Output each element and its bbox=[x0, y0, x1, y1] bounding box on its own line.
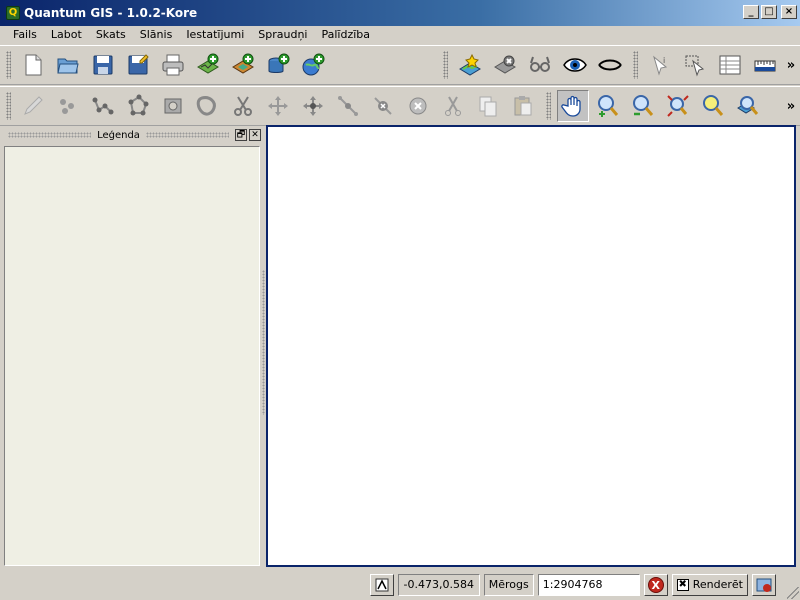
toolbar-grip[interactable] bbox=[6, 51, 11, 79]
add-vertex-icon[interactable] bbox=[332, 90, 364, 122]
capture-polygon-icon[interactable] bbox=[122, 90, 154, 122]
remove-layer-icon[interactable] bbox=[489, 49, 521, 81]
show-layers-icon[interactable] bbox=[559, 49, 591, 81]
panel-splitter[interactable] bbox=[262, 270, 265, 415]
new-vector-layer-icon[interactable] bbox=[454, 49, 486, 81]
menu-slanis[interactable]: Slānis bbox=[133, 26, 180, 44]
measure-icon[interactable] bbox=[749, 49, 781, 81]
scale-label: Mērogs bbox=[483, 573, 534, 596]
delete-selected-icon[interactable] bbox=[402, 90, 434, 122]
stop-rendering-button[interactable]: X bbox=[643, 573, 668, 596]
dock-grip bbox=[8, 132, 92, 138]
identify-icon[interactable]: i bbox=[644, 49, 676, 81]
toolbar-overflow-button[interactable]: » bbox=[782, 58, 800, 73]
new-project-icon[interactable] bbox=[17, 49, 49, 81]
coordinate-display: -0.473,0.584 bbox=[397, 573, 480, 596]
menu-palidziba[interactable]: Palīdzība bbox=[315, 26, 378, 44]
map-canvas[interactable] bbox=[266, 125, 796, 567]
scale-input[interactable]: 1:2904768 bbox=[537, 573, 640, 596]
menu-fails[interactable]: Fails bbox=[6, 26, 44, 44]
coordinate-toggle-button[interactable] bbox=[369, 573, 394, 596]
hide-layers-icon[interactable] bbox=[594, 49, 626, 81]
legend-title: Leģenda bbox=[97, 129, 140, 141]
toolbar-grip[interactable] bbox=[6, 92, 11, 120]
capture-point-icon[interactable] bbox=[52, 90, 84, 122]
capture-line-icon[interactable] bbox=[87, 90, 119, 122]
legend-header[interactable]: Leģenda 🗗 ✕ bbox=[4, 126, 261, 144]
add-wms-layer-icon[interactable] bbox=[297, 49, 329, 81]
attribute-table-icon[interactable] bbox=[714, 49, 746, 81]
menu-labot[interactable]: Labot bbox=[44, 26, 89, 44]
resize-grip[interactable] bbox=[787, 587, 799, 599]
close-panel-button[interactable]: ✕ bbox=[249, 129, 261, 141]
toolbar-overflow-button[interactable]: » bbox=[782, 99, 800, 114]
projection-button[interactable] bbox=[752, 573, 776, 596]
toolbar-grip[interactable] bbox=[633, 51, 638, 79]
menu-spraudni[interactable]: Spraudņi bbox=[251, 26, 314, 44]
show-all-layers-icon[interactable] bbox=[524, 49, 556, 81]
toolbar-grip[interactable] bbox=[443, 51, 448, 79]
copy-features-icon[interactable] bbox=[472, 90, 504, 122]
status-bar: -0.473,0.584 Mērogs 1:2904768 X ✖ Render… bbox=[0, 569, 800, 600]
open-project-icon[interactable] bbox=[52, 49, 84, 81]
select-features-icon[interactable] bbox=[679, 49, 711, 81]
add-raster-layer-icon[interactable] bbox=[227, 49, 259, 81]
add-ring-icon[interactable] bbox=[157, 90, 189, 122]
float-panel-button[interactable]: 🗗 bbox=[235, 129, 247, 141]
save-project-icon[interactable] bbox=[87, 49, 119, 81]
title-bar[interactable]: Q Quantum GIS - 1.0.2-Kore _ □ × bbox=[0, 0, 800, 26]
add-island-icon[interactable] bbox=[192, 90, 224, 122]
add-postgis-layer-icon[interactable] bbox=[262, 49, 294, 81]
qgis-app-icon: Q bbox=[6, 6, 20, 20]
zoom-in-icon[interactable] bbox=[592, 90, 624, 122]
menu-iestatijumi[interactable]: Iestatījumi bbox=[179, 26, 251, 44]
digitize-toolbar: » bbox=[0, 86, 800, 126]
maximize-icon[interactable]: □ bbox=[761, 5, 777, 19]
save-as-icon[interactable] bbox=[122, 49, 154, 81]
close-icon[interactable]: × bbox=[781, 5, 797, 19]
render-check-icon: ✖ bbox=[676, 578, 689, 591]
zoom-selection-icon[interactable] bbox=[697, 90, 729, 122]
svg-text:i: i bbox=[663, 56, 665, 65]
render-checkbox[interactable]: ✖ Renderēt bbox=[671, 573, 748, 596]
minimize-icon[interactable]: _ bbox=[743, 5, 759, 19]
dock-grip bbox=[145, 132, 229, 138]
stop-icon: X bbox=[647, 576, 664, 593]
zoom-out-icon[interactable] bbox=[627, 90, 659, 122]
main-toolbar: i » bbox=[0, 45, 800, 85]
move-vertex-icon[interactable] bbox=[297, 90, 329, 122]
paste-features-icon[interactable] bbox=[507, 90, 539, 122]
zoom-layer-icon[interactable] bbox=[732, 90, 764, 122]
legend-tree[interactable] bbox=[4, 146, 260, 566]
split-features-icon[interactable] bbox=[227, 90, 259, 122]
print-icon[interactable] bbox=[157, 49, 189, 81]
zoom-full-icon[interactable] bbox=[662, 90, 694, 122]
move-feature-icon[interactable] bbox=[262, 90, 294, 122]
pan-icon[interactable] bbox=[556, 90, 589, 122]
window-title: Quantum GIS - 1.0.2-Kore bbox=[24, 6, 198, 20]
add-vector-layer-icon[interactable] bbox=[192, 49, 224, 81]
menu-bar: Fails Labot Skats Slānis Iestatījumi Spr… bbox=[0, 26, 800, 44]
mouse-coordinates-icon bbox=[375, 578, 389, 591]
cut-features-icon[interactable] bbox=[437, 90, 469, 122]
projection-icon bbox=[756, 578, 772, 592]
delete-vertex-icon[interactable] bbox=[367, 90, 399, 122]
toolbar-grip[interactable] bbox=[546, 92, 551, 120]
legend-panel: Leģenda 🗗 ✕ bbox=[4, 126, 261, 568]
menu-skats[interactable]: Skats bbox=[89, 26, 133, 44]
toggle-editing-icon[interactable] bbox=[17, 90, 49, 122]
render-label: Renderēt bbox=[692, 578, 743, 591]
